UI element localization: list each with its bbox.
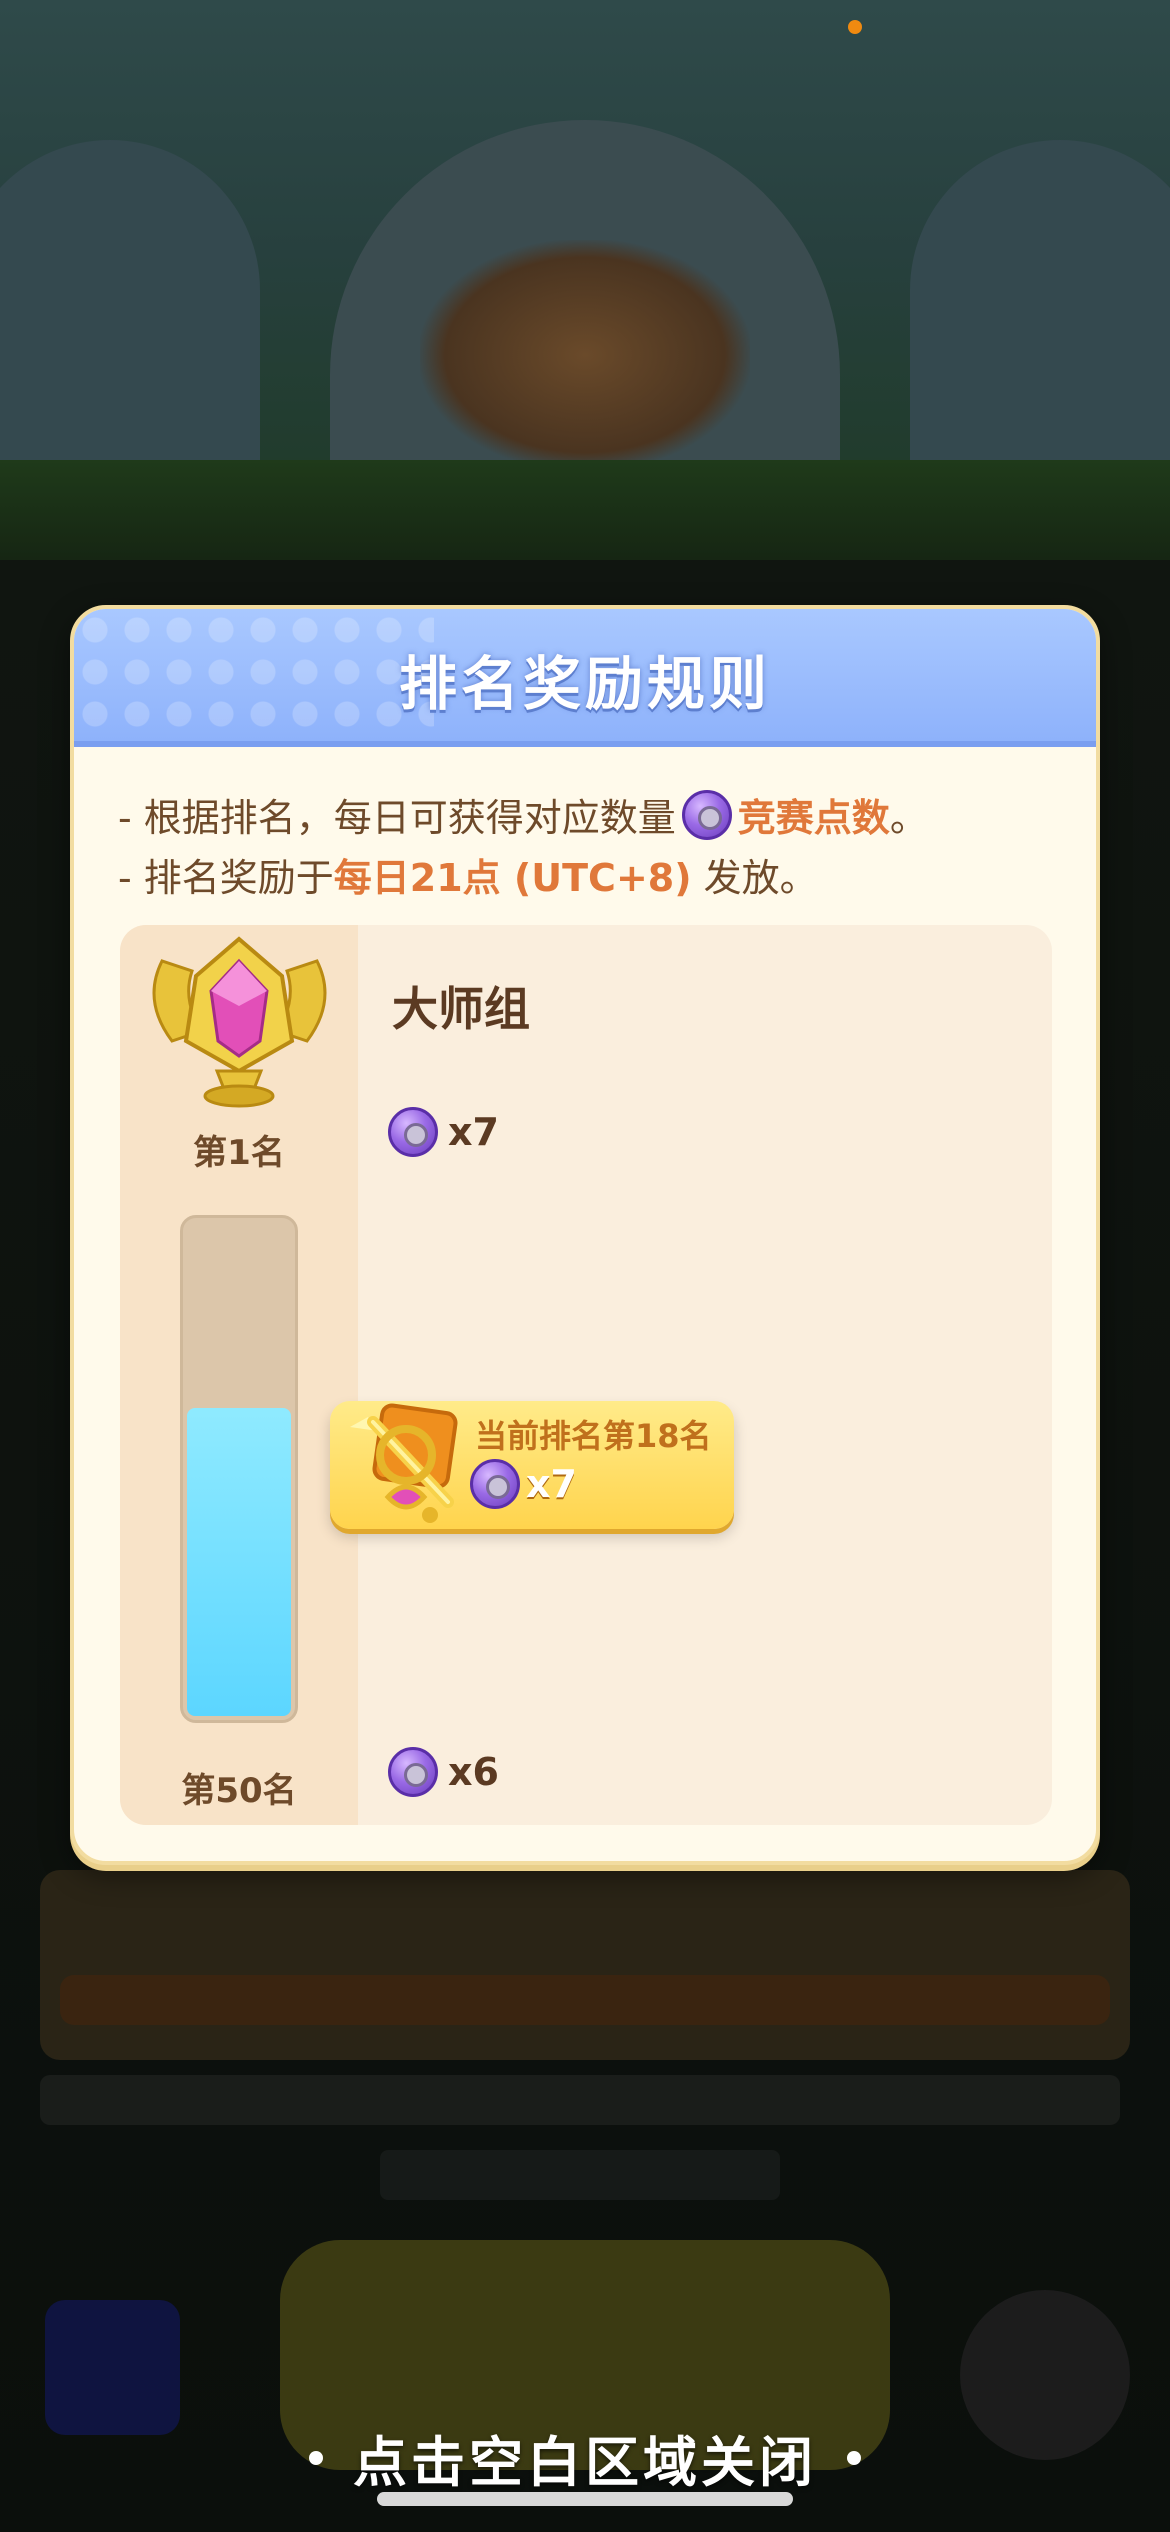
current-reward-row: x7	[470, 1459, 577, 1509]
current-rank-tag: 当前排名第18名 x7	[330, 1401, 734, 1529]
background-caption	[380, 2150, 780, 2200]
background-left-button	[45, 2300, 180, 2435]
hint-dot-right	[847, 2450, 861, 2465]
background-tower-left	[0, 140, 260, 500]
rule-2-prefix: - 排名奖励于	[118, 856, 334, 900]
bottom-reward-amount: x6	[448, 1750, 499, 1794]
golden-sword-avatar-icon	[350, 1403, 458, 1523]
background-row	[40, 2075, 1120, 2125]
competition-points-coin-icon	[388, 1747, 438, 1797]
rank-bottom-label: 第50名	[181, 1771, 297, 1811]
rule-line-1: - 根据排名，每日可获得对应数量 竞赛点数 。	[118, 787, 928, 842]
close-hint[interactable]: 点击空白区域关闭	[0, 2418, 1170, 2497]
top-reward-row: x7	[388, 1107, 499, 1157]
group-title: 大师组	[392, 982, 530, 1036]
ranking-reward-box: 第1名 第50名 大师组 x7 当前排名第18名 x7 x6	[120, 925, 1052, 1825]
ranking-rules-modal: 排名奖励规则 - 根据排名，每日可获得对应数量 竞赛点数 。 - 排名奖励于 每…	[70, 605, 1100, 1865]
master-trophy-icon	[152, 936, 327, 1108]
background-panel	[40, 1870, 1130, 2060]
competition-points-coin-icon	[681, 789, 732, 840]
rank-progress-track	[180, 1215, 298, 1723]
rule-1-suffix: 。	[889, 796, 928, 840]
rule-2-highlight: 每日21点 (UTC+8)	[333, 856, 692, 900]
current-reward-amount: x7	[526, 1462, 577, 1506]
modal-title: 排名奖励规则	[398, 650, 771, 718]
competition-points-coin-icon	[388, 1107, 438, 1157]
rank-top-label: 第1名	[193, 1133, 285, 1173]
close-hint-text: 点击空白区域关闭	[353, 2431, 817, 2494]
top-reward-amount: x7	[448, 1110, 499, 1154]
bottom-reward-row: x6	[388, 1747, 499, 1797]
rule-2-suffix: 发放。	[691, 856, 818, 900]
status-indicator-dot	[848, 20, 862, 34]
background-panel-bar	[60, 1975, 1110, 2025]
home-indicator[interactable]	[377, 2492, 793, 2506]
competition-points-coin-icon	[470, 1459, 520, 1509]
background-trophy	[420, 240, 750, 470]
rank-progress-fill	[187, 1407, 291, 1716]
rank-column: 第1名 第50名	[120, 925, 358, 1825]
hint-dot-left	[309, 2450, 323, 2465]
rule-1-prefix: - 根据排名，每日可获得对应数量	[118, 796, 676, 840]
modal-header: 排名奖励规则	[74, 609, 1096, 747]
background-tower-right	[910, 140, 1170, 500]
current-rank-text: 当前排名第18名	[475, 1417, 712, 1455]
rule-1-highlight: 竞赛点数	[737, 796, 890, 840]
rule-line-2: - 排名奖励于 每日21点 (UTC+8) 发放。	[118, 847, 818, 902]
